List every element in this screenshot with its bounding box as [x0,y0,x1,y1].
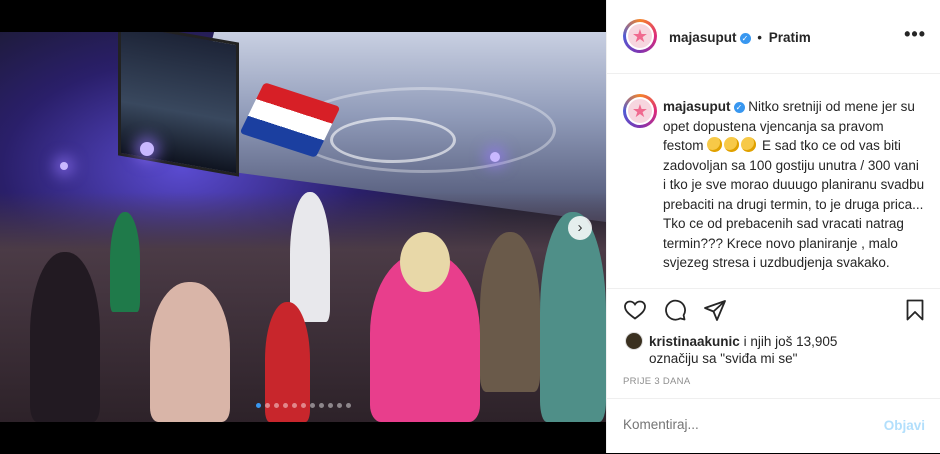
person [540,212,606,422]
carousel-dot [309,403,315,408]
carousel-dot [300,403,306,408]
star-icon: ★ [628,99,652,123]
post-header: ★ majasuput ✓ • Pratim ••• [607,0,940,74]
post-panel: ★ majasuput ✓ • Pratim ••• ★ majasuput ✓ N… [606,0,940,453]
person [480,232,540,392]
caption-section: ★ majasuput ✓ Nitko sretniji od mene jer … [607,74,940,289]
post-comment-button[interactable]: Objavi [884,418,925,433]
liker-username[interactable]: kristinaakunic [649,334,740,349]
avatar-frame: ★ [626,22,654,50]
carousel-dot [282,403,288,408]
carousel-dot [318,403,324,408]
author-username[interactable]: majasuput [669,30,737,45]
stage-light [140,142,154,156]
star-icon: ★ [628,24,652,48]
more-options-icon[interactable]: ••• [904,24,926,45]
carousel-dot [273,403,279,408]
caption-text: majasuput ✓ Nitko sretniji od mene jer su… [663,97,925,273]
partying-face-emoji-icon [707,137,723,152]
save-bookmark-icon[interactable] [903,298,927,322]
singer [110,212,140,312]
partying-face-emoji-icon [724,137,740,152]
comment-input[interactable] [623,417,863,432]
caption-author-avatar[interactable]: ★ [623,94,657,128]
person [400,232,450,292]
heart-icon[interactable] [623,298,647,322]
comment-icon[interactable] [663,298,687,322]
caption-username[interactable]: majasuput [663,99,731,114]
carousel-dot [345,403,351,408]
ceiling-light-ring [290,87,556,173]
stage-light [60,162,68,170]
carousel-dot [264,403,270,408]
post-timestamp[interactable]: PRIJE 3 DANA [623,376,690,387]
person [290,192,330,322]
author-line: majasuput ✓ • Pratim [669,29,811,47]
separator-dot: • [753,30,766,45]
likes-line-2: označiju sa "sviđa mi se" [649,351,798,366]
carousel-dot [327,403,333,408]
avatar-frame: ★ [626,97,654,125]
verified-badge-icon: ✓ [733,102,745,113]
verified-badge-icon: ✓ [739,33,751,44]
post-actions [623,298,927,322]
comment-bar: Objavi [607,398,940,454]
partying-face-emoji-icon [741,137,757,152]
liker-avatar[interactable] [625,332,643,350]
author-avatar[interactable]: ★ [623,19,657,53]
carousel-dot [255,403,261,408]
caption-body-continued: E sad tko ce od vas biti zadovoljan sa 1… [663,138,925,270]
carousel-dot [291,403,297,408]
likes-summary: kristinaakunic i njih još 13,905 označij… [625,332,925,367]
next-slide-button[interactable]: › [568,216,592,240]
wall-screen [118,32,239,177]
share-icon[interactable] [703,298,727,322]
likes-line: kristinaakunic i njih još 13,905 [625,332,925,350]
carousel-indicators [0,401,606,408]
carousel-dot [336,403,342,408]
likes-others[interactable]: i njih još 13,905 [744,334,838,349]
stage-light [490,152,500,162]
crowd [0,192,606,422]
person [30,252,100,422]
post-photo[interactable]: › [0,32,606,422]
follow-status-button[interactable]: Pratim [769,30,811,45]
